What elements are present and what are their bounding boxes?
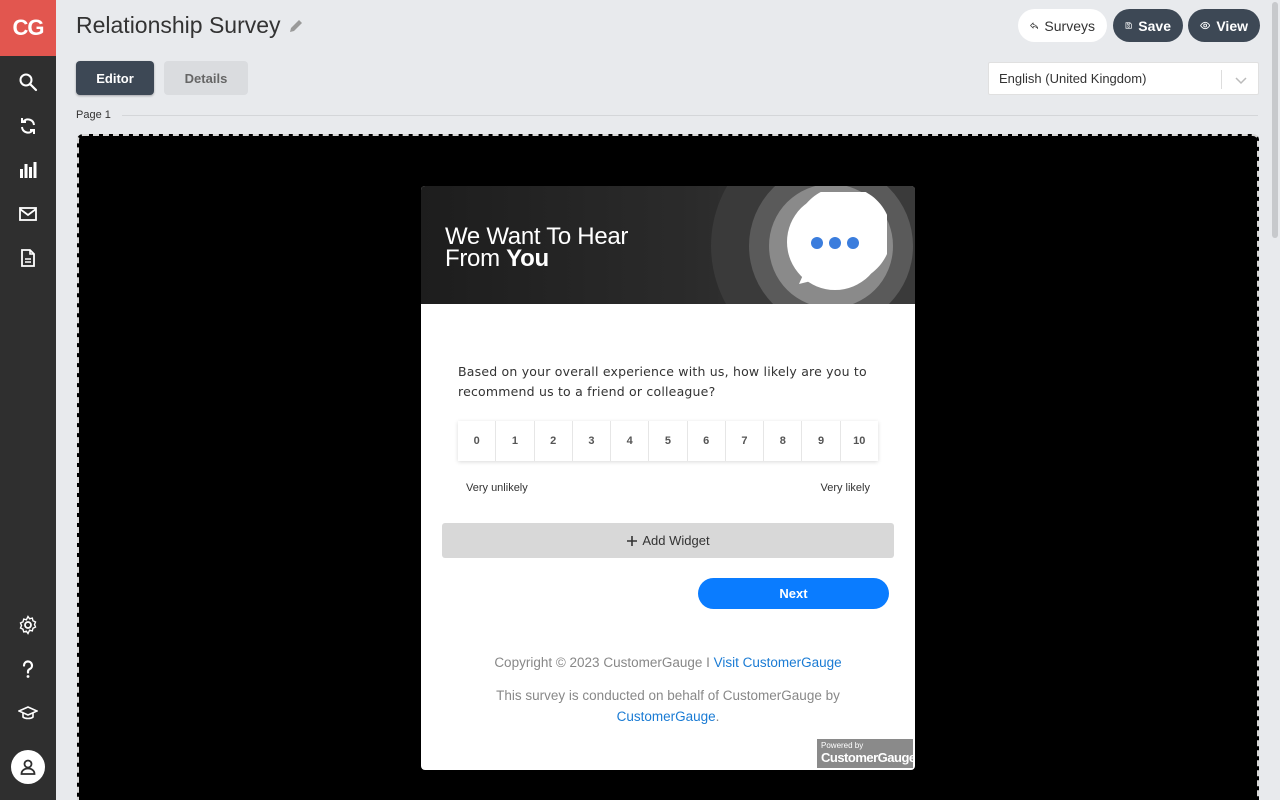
conducted-period: .: [715, 709, 720, 724]
user-avatar[interactable]: [11, 750, 45, 784]
mail-icon[interactable]: [16, 202, 40, 226]
nps-option-1[interactable]: 1: [496, 421, 535, 461]
survey-card: We Want To Hear From You Based on your o…: [421, 186, 915, 770]
help-icon[interactable]: [16, 657, 40, 681]
graduation-cap-icon[interactable]: [16, 701, 40, 725]
footer-conducted: This survey is conducted on behalf of Cu…: [481, 685, 855, 727]
conducted-text: This survey is conducted on behalf of Cu…: [496, 688, 840, 703]
save-label: Save: [1138, 17, 1171, 34]
chat-bubble-icon: [787, 192, 887, 290]
chevron-down-icon: [1235, 77, 1247, 85]
nps-option-7[interactable]: 7: [725, 421, 765, 461]
nps-option-9[interactable]: 9: [802, 421, 841, 461]
surveys-label: Surveys: [1044, 17, 1095, 34]
powered-by-brand: CustomerGauge: [821, 750, 915, 765]
view-label: View: [1216, 17, 1248, 34]
nps-option-8[interactable]: 8: [764, 421, 803, 461]
search-icon[interactable]: [16, 70, 40, 94]
reply-icon: [1030, 22, 1039, 30]
add-widget-label: Add Widget: [642, 533, 710, 548]
nps-option-0[interactable]: 0: [458, 421, 497, 461]
sidebar: CG: [0, 0, 56, 800]
save-button[interactable]: Save: [1113, 9, 1183, 42]
nps-option-6[interactable]: 6: [687, 421, 726, 461]
powered-by-badge[interactable]: Powered by CustomerGauge: [817, 739, 915, 768]
banner-line2: From You: [445, 245, 549, 272]
app-logo[interactable]: CG: [0, 0, 56, 56]
conducted-link[interactable]: CustomerGauge: [617, 709, 716, 724]
scrollbar[interactable]: [1272, 2, 1278, 238]
next-button[interactable]: Next: [698, 578, 889, 609]
nps-option-4[interactable]: 4: [611, 421, 650, 461]
page-label: Page 1: [76, 109, 111, 121]
tab-details[interactable]: Details: [164, 61, 248, 95]
bar-chart-icon[interactable]: [16, 158, 40, 182]
language-value: English (United Kingdom): [999, 71, 1147, 86]
nps-option-2[interactable]: 2: [534, 421, 573, 461]
footer-copyright: Copyright © 2023 CustomerGauge I Visit C…: [421, 655, 915, 670]
eye-icon: [1200, 21, 1211, 30]
tab-editor[interactable]: Editor: [76, 61, 154, 95]
powered-by-small: Powered by: [821, 741, 864, 750]
copyright-text: Copyright © 2023 CustomerGauge I: [494, 655, 714, 670]
plus-icon: [627, 535, 638, 546]
save-icon: [1125, 22, 1132, 29]
nps-scale: 0 1 2 3 4 5 6 7 8 9 10: [458, 421, 878, 461]
surveys-button[interactable]: Surveys: [1018, 9, 1107, 42]
language-select[interactable]: English (United Kingdom): [988, 62, 1259, 95]
visit-link[interactable]: Visit CustomerGauge: [714, 655, 842, 670]
settings-icon[interactable]: [16, 613, 40, 637]
scale-high-label: Very likely: [820, 482, 870, 494]
user-icon: [20, 759, 36, 775]
pencil-icon[interactable]: [288, 18, 304, 34]
document-icon[interactable]: [16, 246, 40, 270]
page-divider: [122, 115, 1258, 116]
nps-option-3[interactable]: 3: [572, 421, 612, 461]
view-button[interactable]: View: [1188, 9, 1260, 42]
question-text: Based on your overall experience with us…: [458, 364, 867, 399]
nps-option-10[interactable]: 10: [840, 421, 878, 461]
select-divider: [1221, 70, 1222, 89]
survey-banner: We Want To Hear From You: [421, 186, 915, 304]
scale-low-label: Very unlikely: [466, 482, 528, 494]
refresh-icon[interactable]: [16, 114, 40, 138]
nps-option-5[interactable]: 5: [649, 421, 688, 461]
page-title: Relationship Survey: [76, 12, 281, 38]
add-widget-button[interactable]: Add Widget: [442, 523, 894, 558]
banner-heading: We Want To Hear From You: [445, 225, 628, 272]
